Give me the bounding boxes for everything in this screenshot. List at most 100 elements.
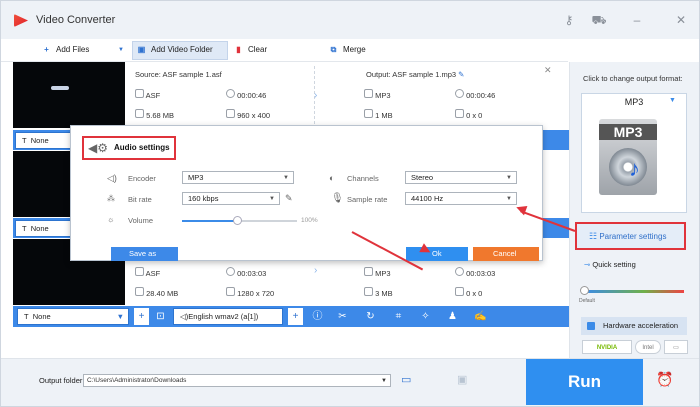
- intel-badge[interactable]: Intel: [635, 340, 661, 354]
- edit-bitrate-icon[interactable]: ✎: [285, 193, 293, 204]
- quality-slider-track[interactable]: [584, 290, 684, 293]
- subtitle-edit-icon[interactable]: ✍: [473, 308, 488, 325]
- main-toolbar: + Add Files ▼ ▣ Add Video Folder ▮ Clear ⧉ M…: [1, 39, 568, 62]
- edit-icon[interactable]: ✎: [458, 70, 464, 79]
- title-bar: Video Converter ⚷ ⛟ – ✕: [1, 1, 699, 39]
- bitrate-label: Bit rate: [128, 195, 152, 204]
- src-duration: 00:03:03: [237, 269, 267, 278]
- cancel-button[interactable]: Cancel: [473, 247, 539, 261]
- volume-icon: ☼: [107, 215, 115, 224]
- subtitle-select[interactable]: T None ▼: [17, 308, 129, 325]
- app-logo-icon: [14, 14, 28, 27]
- watermark-icon[interactable]: ♟: [445, 308, 460, 325]
- quality-slider-handle[interactable]: [580, 286, 589, 295]
- browse-folder-icon[interactable]: ▭: [401, 373, 411, 386]
- run-button[interactable]: Run: [526, 359, 643, 405]
- subtitle-value: None: [32, 312, 51, 321]
- output-format-name: MP3: [624, 97, 644, 107]
- audio-track-value: English wmav2 (a[1]): [188, 312, 259, 321]
- clear-button[interactable]: ▮ Clear: [233, 39, 267, 61]
- plus-icon: +: [44, 45, 49, 54]
- add-files-dropdown-icon[interactable]: ▼: [118, 39, 124, 61]
- alarm-clock-icon[interactable]: ⏰: [656, 371, 673, 388]
- out-duration: 00:00:46: [466, 91, 496, 100]
- add-video-folder-label-wrap[interactable]: ▣ Add Video Folder: [136, 39, 213, 61]
- parameter-settings-button[interactable]: ☷ Parameter settings: [579, 226, 682, 246]
- clock-icon: [455, 89, 464, 98]
- out-resolution-row: 0 x 0: [455, 287, 482, 298]
- volume-slider-handle[interactable]: [233, 216, 242, 225]
- parameter-settings-label: Parameter settings: [599, 232, 667, 241]
- effects-icon[interactable]: ✧: [418, 308, 433, 325]
- cut-icon[interactable]: ✂: [335, 308, 350, 325]
- subtitle-select[interactable]: T None: [15, 132, 73, 149]
- crop-icon[interactable]: ⌗: [391, 308, 406, 325]
- add-files-label: Add Files: [56, 45, 90, 54]
- out-format-row: MP3: [364, 89, 391, 100]
- rotate-icon[interactable]: ↻: [363, 308, 378, 325]
- open-folder-icon[interactable]: ▣: [457, 373, 467, 386]
- folder-icon: [135, 287, 144, 296]
- close-icon[interactable]: ✕: [673, 12, 689, 28]
- out-duration-row: 00:03:03: [455, 267, 495, 278]
- folder-icon: [364, 287, 373, 296]
- amd-badge[interactable]: ▭: [664, 340, 688, 354]
- output-format-hint: Click to change output format:: [583, 74, 683, 83]
- add-audio-button[interactable]: +: [288, 308, 303, 325]
- samplerate-value: 44100 Hz: [411, 194, 444, 203]
- thumbnail-bird: [51, 86, 69, 90]
- folder-icon: [135, 109, 144, 118]
- ok-button[interactable]: Ok: [406, 247, 468, 261]
- chevron-down-icon[interactable]: ▼: [381, 375, 387, 387]
- encoder-select[interactable]: MP3 ▼: [182, 171, 294, 184]
- quick-setting-icon: ⊸: [584, 260, 591, 269]
- app-window: Video Converter ⚷ ⛟ – ✕ + Add Files ▼ ▣ Ad…: [0, 0, 700, 407]
- resolution-icon: [226, 287, 235, 296]
- volume-slider-fill: [182, 220, 238, 222]
- src-size-row: 5.68 MB: [135, 109, 174, 120]
- out-size-row: 1 MB: [364, 109, 393, 120]
- chevron-down-icon: ▼: [116, 312, 124, 321]
- film-icon: [135, 89, 144, 98]
- clock-icon: [455, 267, 464, 276]
- bitrate-select[interactable]: 160 kbps ▼: [182, 192, 280, 205]
- minimize-icon[interactable]: –: [629, 12, 645, 28]
- channels-value: Stereo: [411, 173, 434, 182]
- out-resolution-row: 0 x 0: [455, 109, 482, 120]
- arrow-right-icon: ›: [314, 90, 318, 101]
- src-format-row: ASF: [135, 89, 160, 100]
- video-thumbnail[interactable]: [13, 62, 125, 128]
- hardware-acceleration-button[interactable]: Hardware acceleration: [581, 317, 687, 335]
- quick-setting-text: Quick setting: [592, 260, 636, 269]
- src-size-row: 28.40 MB: [135, 287, 178, 298]
- add-subtitle-button[interactable]: +: [134, 308, 149, 325]
- src-format: ASF: [145, 91, 161, 100]
- info-icon[interactable]: ⓘ: [310, 308, 325, 325]
- out-resolution: 0 x 0: [466, 289, 483, 298]
- save-as-button[interactable]: Save as: [111, 247, 178, 261]
- output-folder-field[interactable]: C:\Users\Administrator\Downloads ▼: [83, 374, 391, 387]
- add-files-button[interactable]: + Add Files: [41, 39, 89, 61]
- hardware-acceleration-label: Hardware acceleration: [603, 321, 679, 330]
- microphone-icon: 🎙: [331, 193, 344, 204]
- src-size: 28.40 MB: [146, 289, 179, 298]
- volume-label: Volume: [128, 216, 154, 225]
- encoder-value: MP3: [188, 173, 204, 182]
- merge-button[interactable]: ⧉ Merge: [328, 39, 366, 61]
- subtitle-value: None: [30, 136, 49, 145]
- arrow-right-icon: ›: [314, 265, 318, 276]
- remove-file-icon[interactable]: ✕: [544, 65, 552, 76]
- source-filename: Source: ASF sample 1.asf: [135, 70, 222, 79]
- src-duration: 00:00:46: [237, 91, 267, 100]
- subtitle-select[interactable]: T None: [15, 220, 73, 237]
- channels-label: Channels: [347, 174, 379, 183]
- samplerate-select[interactable]: 44100 Hz ▼: [405, 192, 517, 205]
- src-resolution: 1280 x 720: [237, 289, 275, 298]
- audio-track-select[interactable]: ◁)English wmav2 (a[1]): [173, 308, 283, 325]
- nvidia-badge[interactable]: NVIDIA: [582, 340, 632, 354]
- subtitle-settings-icon[interactable]: ⊡: [153, 308, 168, 325]
- encoder-label: Encoder: [128, 174, 156, 183]
- cart-icon[interactable]: ⛟: [591, 12, 607, 28]
- channels-select[interactable]: Stereo ▼: [405, 171, 517, 184]
- key-icon[interactable]: ⚷: [561, 12, 577, 28]
